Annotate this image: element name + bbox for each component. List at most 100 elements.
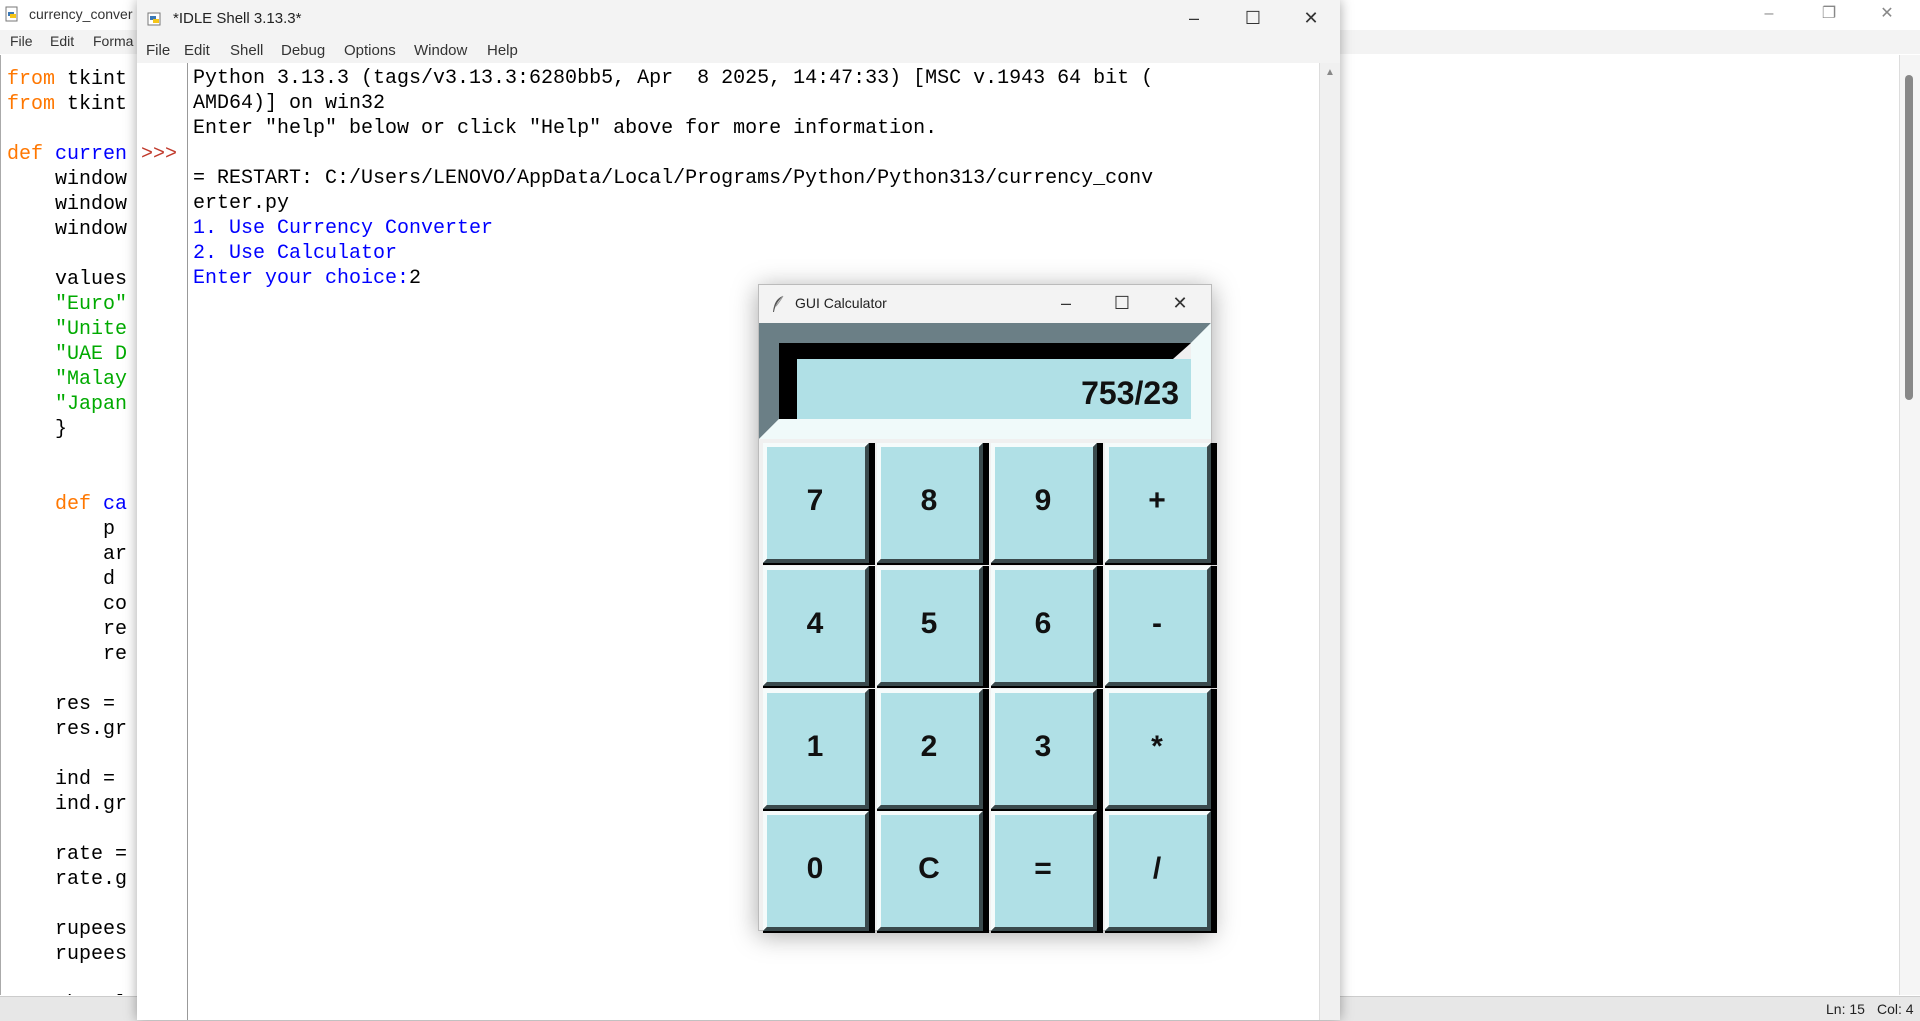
shell-output-text: Enter "help" below or click "Help" above…: [193, 117, 938, 140]
calculator-window: GUI Calculator – ☐ ✕ 753/23 7 8 9 +4 5 6 - 1 2 3 *…: [758, 284, 1217, 933]
code-line: "Malay: [7, 367, 127, 392]
key-equals-button[interactable]: =: [991, 811, 1103, 933]
key-label: 5: [920, 607, 938, 640]
editor-scrollbar[interactable]: [1899, 55, 1920, 995]
shell-output-line: Enter your choice:2: [193, 266, 421, 291]
key-seven-button[interactable]: 7: [763, 443, 875, 565]
code-line: ind =: [7, 767, 127, 792]
key-label: 4: [806, 607, 824, 640]
shell-menu-options[interactable]: Options: [344, 42, 396, 59]
code-line: window: [7, 217, 127, 242]
code-token: res =: [7, 693, 128, 716]
code-line: ind.gr: [7, 792, 127, 817]
status-col: Col: 4: [1877, 1001, 1914, 1017]
shell-menu-file[interactable]: File: [146, 42, 170, 59]
shell-menu-shell[interactable]: Shell: [230, 42, 263, 59]
shell-menubar: File Edit Shell Debug Options Window Hel…: [137, 38, 1340, 63]
editor-menu-edit[interactable]: Edit: [50, 33, 74, 49]
key-label: -: [1152, 607, 1162, 640]
key-label: *: [1151, 730, 1163, 763]
code-line: }: [7, 417, 67, 442]
code-token: "Unite: [7, 318, 128, 341]
key-one-button[interactable]: 1: [763, 689, 875, 811]
editor-close-button[interactable]: ✕: [1858, 0, 1916, 30]
key-multiply-button[interactable]: *: [1105, 689, 1217, 811]
code-token: def: [7, 143, 56, 166]
key-label: 9: [1034, 484, 1052, 517]
shell-output-line: 2. Use Calculator: [193, 241, 397, 266]
editor-restore-button[interactable]: ❐: [1800, 0, 1858, 30]
shell-menu-window[interactable]: Window: [414, 42, 467, 59]
code-line: window: [7, 192, 127, 217]
key-label: 7: [806, 484, 824, 517]
calculator-maximize-button[interactable]: ☐: [1094, 285, 1150, 323]
code-token: rate.g: [7, 868, 128, 891]
shell-user-input[interactable]: 2: [409, 267, 421, 290]
shell-maximize-button[interactable]: ☐: [1224, 0, 1282, 38]
editor-menu-format[interactable]: Forma: [93, 33, 133, 49]
shell-menu-debug[interactable]: Debug: [281, 42, 325, 59]
shell-output-text: AMD64)] on win32: [193, 92, 386, 115]
code-token: ar: [7, 543, 128, 566]
code-line: window: [7, 167, 127, 192]
calculator-display[interactable]: 753/23: [759, 323, 1211, 439]
code-line: rupees: [7, 917, 127, 942]
shell-output-line: = RESTART: C:/Users/LENOVO/AppData/Local…: [193, 166, 1153, 191]
key-eight-button[interactable]: 8: [877, 443, 989, 565]
key-label: C: [918, 852, 940, 885]
code-token: re: [7, 643, 128, 666]
key-divide-button[interactable]: /: [1105, 811, 1217, 933]
code-line: p: [7, 517, 115, 542]
code-line: "Euro": [7, 292, 127, 317]
calculator-keypad: 7 8 9 +4 5 6 - 1 2 3 * 0 C = /: [759, 439, 1217, 933]
key-four-button[interactable]: 4: [763, 566, 875, 688]
calculator-minimize-button[interactable]: –: [1038, 285, 1094, 323]
tk-feather-icon: [773, 295, 784, 312]
scroll-up-arrow-icon[interactable]: ▲: [1325, 67, 1335, 78]
key-label: 8: [920, 484, 938, 517]
code-token: "Malay: [7, 368, 128, 391]
shell-output-text: Enter your choice:: [193, 267, 410, 290]
shell-menu-help[interactable]: Help: [487, 42, 518, 59]
key-two-button[interactable]: 2: [877, 689, 989, 811]
key-minus-button[interactable]: -: [1105, 566, 1217, 688]
code-token: tkint: [67, 93, 128, 116]
code-token: ind =: [7, 768, 128, 791]
code-token: res.gr: [7, 718, 128, 741]
editor-minimize-button[interactable]: –: [1740, 0, 1798, 30]
key-clear-button[interactable]: C: [877, 811, 989, 933]
key-nine-button[interactable]: 9: [991, 443, 1103, 565]
code-line: "Unite: [7, 317, 127, 342]
shell-close-button[interactable]: ✕: [1282, 0, 1340, 38]
shell-output-text: 2. Use Calculator: [193, 242, 398, 265]
display-value: 753/23: [1081, 375, 1179, 411]
code-line: res.gr: [7, 717, 127, 742]
shell-menu-edit[interactable]: Edit: [184, 42, 210, 59]
shell-minimize-button[interactable]: –: [1165, 0, 1223, 38]
shell-output-line: Enter "help" below or click "Help" above…: [193, 116, 937, 141]
key-six-button[interactable]: 6: [991, 566, 1103, 688]
editor-scroll-thumb[interactable]: [1905, 75, 1913, 400]
editor-title: currency_conver: [29, 6, 133, 22]
code-token: d: [7, 568, 116, 591]
editor-menu-file[interactable]: File: [10, 33, 33, 49]
code-token: ind.gr: [7, 793, 128, 816]
key-label: /: [1152, 852, 1162, 885]
key-label: =: [1034, 852, 1052, 885]
key-three-button[interactable]: 3: [991, 689, 1103, 811]
code-line: def curren: [7, 142, 127, 167]
key-five-button[interactable]: 5: [877, 566, 989, 688]
key-zero-button[interactable]: 0: [763, 811, 875, 933]
code-token: window: [7, 193, 128, 216]
shell-output-line: AMD64)] on win32: [193, 91, 385, 116]
shell-prompt: >>>: [141, 143, 178, 166]
key-label: 6: [1034, 607, 1052, 640]
calculator-close-button[interactable]: ✕: [1152, 285, 1208, 323]
status-line: Ln: 15: [1826, 1001, 1865, 1017]
code-token: values: [7, 268, 128, 291]
key-plus-button[interactable]: +: [1105, 443, 1217, 565]
code-line: re: [7, 642, 127, 667]
shell-scrollbar[interactable]: ▲: [1319, 63, 1340, 1020]
code-line: rupees: [7, 942, 127, 967]
code-line: from tkint: [7, 92, 127, 117]
